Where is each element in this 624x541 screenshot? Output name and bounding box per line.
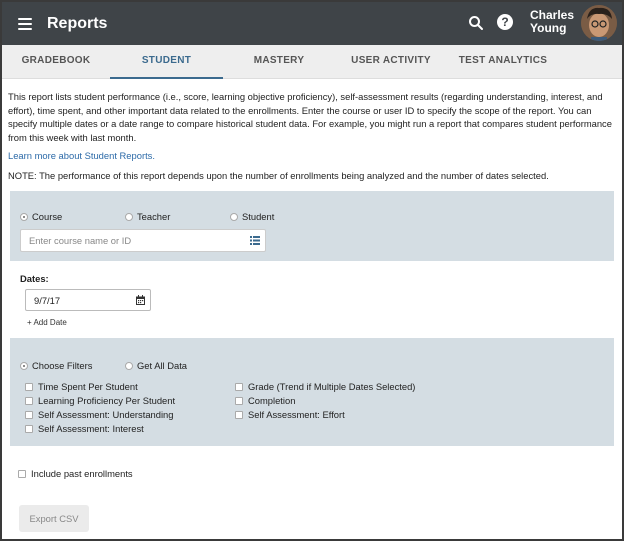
checkbox[interactable]	[25, 410, 33, 419]
hamburger-menu-icon[interactable]	[18, 17, 32, 30]
help-icon[interactable]: ?	[497, 14, 513, 30]
radio-teacher[interactable]: Teacher	[125, 208, 170, 226]
app-window: Reports ? Charles Young GRADEBOOK STUDEN…	[2, 2, 622, 539]
radio-course[interactable]: Course	[20, 208, 62, 226]
tab-gradebook[interactable]: GRADEBOOK	[2, 45, 110, 79]
date-value: 9/7/17	[34, 295, 61, 306]
course-input-placeholder: Enter course name or ID	[29, 235, 132, 246]
tab-test-analytics[interactable]: TEST ANALYTICS	[447, 45, 559, 79]
radio-student[interactable]: Student	[230, 208, 274, 226]
include-past-enrollments[interactable]: Include past enrollments	[18, 465, 133, 483]
scope-panel: Course Teacher Student Enter course name…	[10, 191, 614, 261]
radio-button[interactable]	[125, 212, 133, 221]
checkbox[interactable]	[235, 382, 243, 391]
export-csv-button[interactable]: Export CSV	[19, 505, 89, 532]
date-input[interactable]: 9/7/17	[25, 289, 151, 311]
course-search-input[interactable]: Enter course name or ID	[20, 229, 266, 252]
avatar[interactable]	[581, 5, 617, 41]
tab-student[interactable]: STUDENT	[110, 45, 223, 79]
filters-panel: Choose Filters Get All Data Time Spent P…	[10, 338, 614, 446]
top-app-bar: Reports ? Charles Young	[2, 2, 622, 45]
checkbox[interactable]	[25, 424, 33, 433]
report-tabs: GRADEBOOK STUDENT MASTERY USER ACTIVITY …	[2, 45, 622, 79]
report-description: This report lists student performance (i…	[8, 91, 612, 143]
checkbox[interactable]	[18, 469, 26, 478]
checkbox[interactable]	[235, 410, 243, 419]
radio-button[interactable]	[20, 361, 28, 370]
learn-more-link[interactable]: Learn more about Student Reports.	[8, 150, 155, 161]
user-name[interactable]: Charles Young	[530, 9, 578, 35]
list-icon[interactable]	[250, 236, 260, 245]
filter-self-assessment-interest[interactable]: Self Assessment: Interest	[25, 420, 144, 438]
radio-button[interactable]	[125, 361, 133, 370]
add-date-button[interactable]: + Add Date	[27, 318, 67, 327]
calendar-icon[interactable]	[136, 295, 145, 305]
checkbox[interactable]	[25, 382, 33, 391]
search-icon[interactable]	[468, 15, 484, 31]
tab-user-activity[interactable]: USER ACTIVITY	[335, 45, 447, 79]
radio-button[interactable]	[20, 212, 28, 221]
checkbox[interactable]	[25, 396, 33, 405]
dates-label: Dates:	[20, 273, 49, 284]
tab-mastery[interactable]: MASTERY	[223, 45, 335, 79]
radio-choose-filters[interactable]: Choose Filters	[20, 357, 92, 375]
radio-button[interactable]	[230, 212, 238, 221]
page-title: Reports	[47, 14, 108, 32]
performance-note: NOTE: The performance of this report dep…	[8, 170, 549, 181]
filter-self-assessment-effort[interactable]: Self Assessment: Effort	[235, 406, 345, 424]
radio-get-all-data[interactable]: Get All Data	[125, 357, 187, 375]
checkbox[interactable]	[235, 396, 243, 405]
